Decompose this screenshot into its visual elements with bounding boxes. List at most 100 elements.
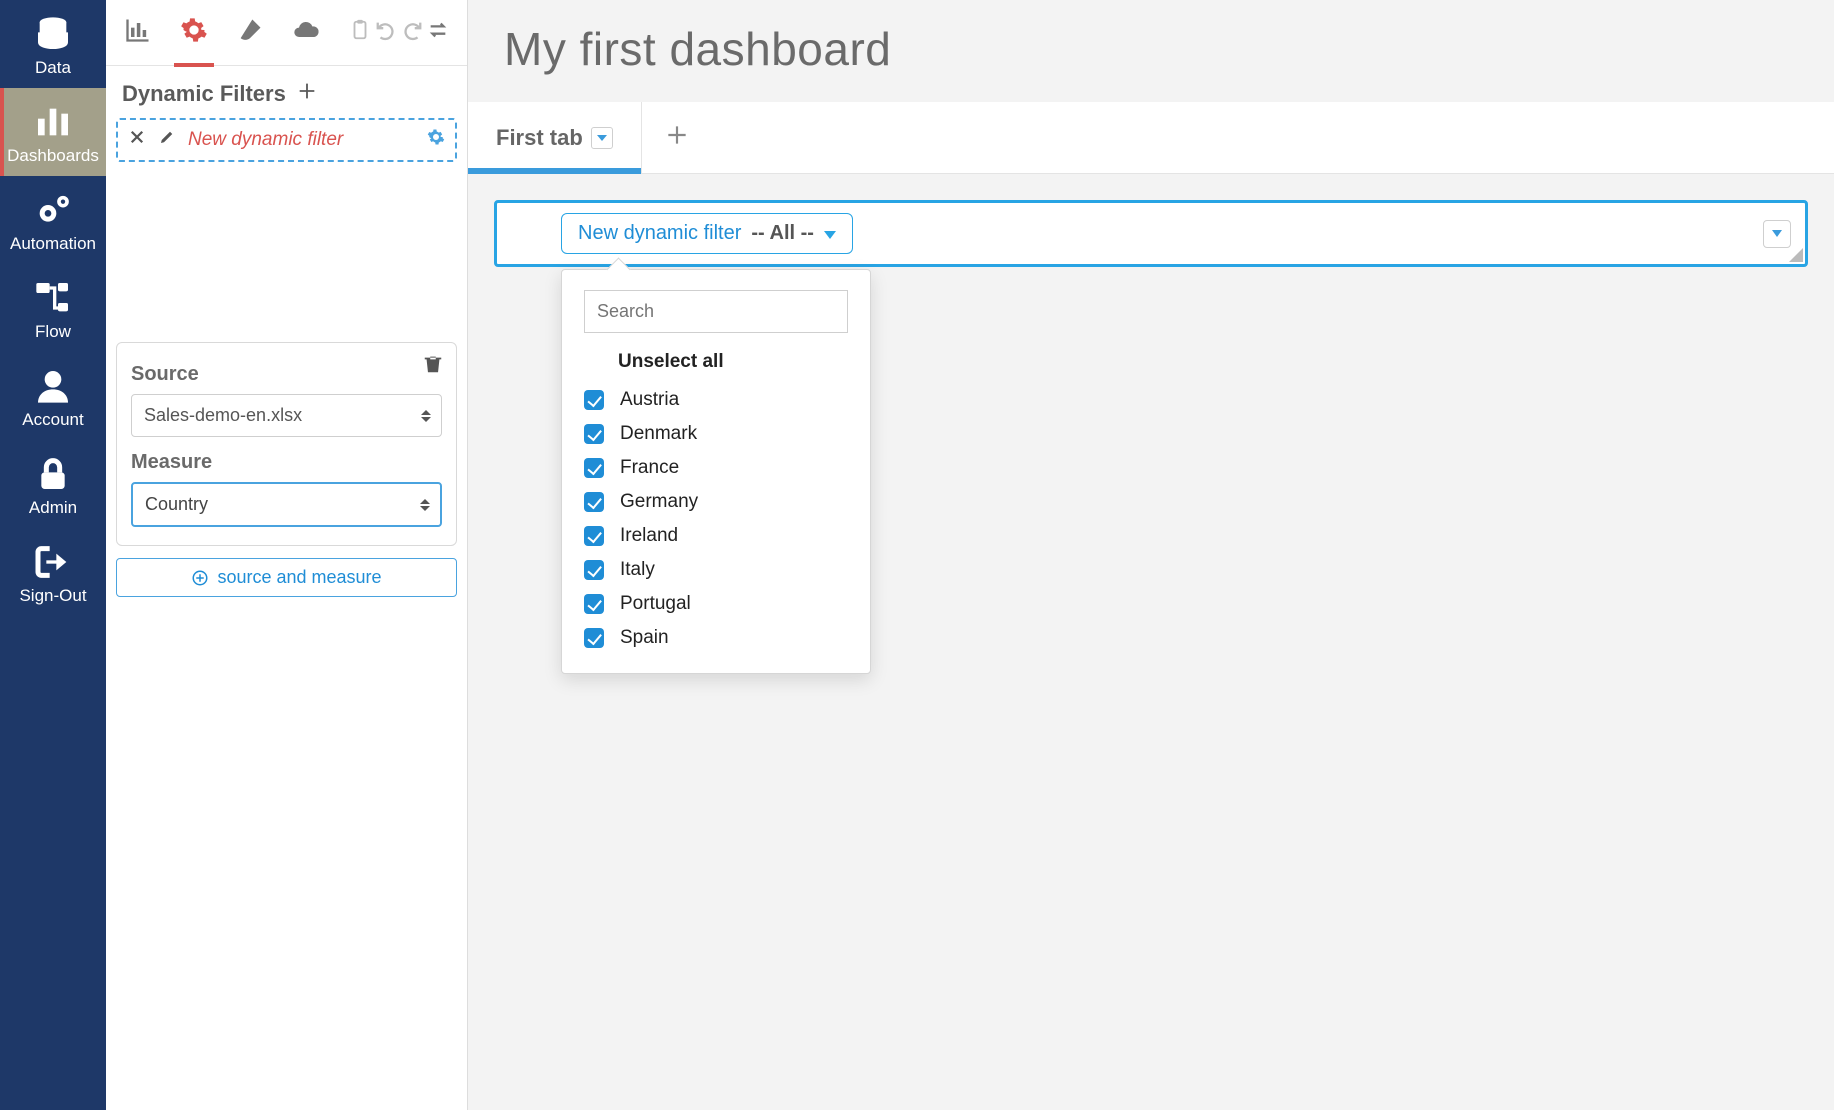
undo-icon[interactable] — [375, 19, 397, 46]
filter-search-input[interactable] — [584, 290, 848, 333]
trash-icon — [422, 353, 444, 375]
unselect-all-button[interactable]: Unselect all — [618, 351, 848, 373]
filter-option-label: Ireland — [620, 525, 678, 547]
clipboard-icon[interactable] — [349, 19, 371, 46]
filter-option-label: Denmark — [620, 423, 697, 445]
checkbox-checked-icon[interactable] — [584, 628, 604, 648]
filter-option[interactable]: Portugal — [584, 587, 848, 621]
tab-bar: First tab — [468, 102, 1834, 174]
filters-title-text: Dynamic Filters — [122, 81, 286, 107]
barchart-icon — [124, 16, 152, 44]
cloud-icon — [292, 16, 320, 44]
filter-pill[interactable]: New dynamic filter -- All -- — [561, 213, 853, 254]
filter-option[interactable]: Spain — [584, 621, 848, 655]
nav-label: Dashboards — [7, 146, 99, 166]
brush-icon — [236, 16, 264, 44]
main-canvas: My first dashboard First tab New dynamic… — [468, 0, 1834, 1110]
add-tab-button[interactable] — [642, 122, 712, 153]
filter-option[interactable]: Denmark — [584, 417, 848, 451]
checkbox-checked-icon[interactable] — [584, 458, 604, 478]
measure-select[interactable]: Country — [131, 482, 442, 527]
dashboard-title[interactable]: My first dashboard — [468, 0, 1834, 76]
nav-label: Flow — [35, 322, 71, 342]
filter-bar-menu-button[interactable] — [1763, 220, 1791, 248]
close-icon — [128, 128, 146, 146]
filter-option-label: Portugal — [620, 593, 691, 615]
measure-select-value: Country — [145, 494, 208, 514]
source-select-value: Sales-demo-en.xlsx — [144, 405, 302, 425]
nav-item-automation[interactable]: Automation — [0, 176, 106, 264]
resize-handle-icon[interactable] — [1789, 248, 1803, 262]
filter-option-label: Germany — [620, 491, 698, 513]
checkbox-checked-icon[interactable] — [584, 424, 604, 444]
barchart-icon — [33, 102, 73, 142]
add-source-measure-button[interactable]: source and measure — [116, 558, 457, 597]
plus-icon — [664, 122, 690, 148]
source-label: Source — [131, 363, 442, 386]
nav-item-signout[interactable]: Sign-Out — [0, 528, 106, 616]
nav-item-data[interactable]: Data — [0, 0, 106, 88]
edit-filter-button[interactable] — [158, 128, 176, 152]
nav-item-admin[interactable]: Admin — [0, 440, 106, 528]
filter-option[interactable]: Italy — [584, 553, 848, 587]
tab-first[interactable]: First tab — [468, 102, 642, 173]
toolbar-style-button[interactable] — [236, 16, 264, 49]
canvas-area: New dynamic filter -- All -- Unselect al… — [468, 174, 1834, 293]
delete-card-button[interactable] — [422, 353, 444, 380]
nav-label: Account — [22, 410, 83, 430]
filter-bar-widget[interactable]: New dynamic filter -- All -- Unselect al… — [494, 200, 1808, 267]
chevron-updown-icon — [420, 499, 430, 511]
panel-body: Dynamic Filters New dynamic filter Sourc… — [106, 66, 467, 611]
filter-chip-label: New dynamic filter — [188, 129, 343, 151]
swap-icon[interactable] — [427, 19, 449, 46]
checkbox-checked-icon[interactable] — [584, 594, 604, 614]
nav-label: Automation — [10, 234, 96, 254]
nav-item-flow[interactable]: Flow — [0, 264, 106, 352]
nav-label: Admin — [29, 498, 77, 518]
dynamic-filter-chip[interactable]: New dynamic filter — [116, 118, 457, 162]
tab-menu-button[interactable] — [591, 127, 613, 149]
add-source-measure-label: source and measure — [217, 567, 381, 588]
chevron-down-icon — [824, 222, 836, 245]
filter-option[interactable]: Germany — [584, 485, 848, 519]
remove-filter-button[interactable] — [128, 128, 146, 152]
nav-item-account[interactable]: Account — [0, 352, 106, 440]
checkbox-checked-icon[interactable] — [584, 526, 604, 546]
checkbox-checked-icon[interactable] — [584, 390, 604, 410]
filter-option[interactable]: Ireland — [584, 519, 848, 553]
filter-options-popover: Unselect all Austria Denmark France Germany… — [561, 269, 871, 674]
source-measure-card: Source Sales-demo-en.xlsx Measure Countr… — [116, 342, 457, 546]
gears-icon — [33, 190, 73, 230]
filter-option[interactable]: France — [584, 451, 848, 485]
toolbar-history — [349, 19, 449, 46]
filter-pill-label: New dynamic filter — [578, 222, 741, 245]
gear-icon — [427, 128, 445, 146]
database-icon — [33, 14, 73, 54]
filter-option-label: France — [620, 457, 679, 479]
chevron-updown-icon — [421, 410, 431, 422]
edit-icon — [158, 128, 176, 146]
add-filter-button[interactable] — [296, 80, 318, 108]
toolbar-chart-button[interactable] — [124, 16, 152, 49]
source-select[interactable]: Sales-demo-en.xlsx — [131, 394, 442, 437]
plus-circle-icon — [191, 569, 209, 587]
toolbar-cloud-button[interactable] — [292, 16, 320, 49]
redo-icon[interactable] — [401, 19, 423, 46]
tab-label: First tab — [496, 125, 583, 151]
flow-icon — [33, 278, 73, 318]
filter-chip-settings-button[interactable] — [427, 128, 445, 152]
plus-icon — [296, 80, 318, 102]
toolbar-settings-button[interactable] — [180, 16, 208, 49]
filter-pill-value: -- All -- — [751, 222, 814, 245]
filter-option-label: Spain — [620, 627, 669, 649]
gear-icon — [180, 16, 208, 44]
nav-label: Data — [35, 58, 71, 78]
filter-option[interactable]: Austria — [584, 383, 848, 417]
nav-item-dashboards[interactable]: Dashboards — [0, 88, 106, 176]
user-icon — [33, 366, 73, 406]
nav-label: Sign-Out — [19, 586, 86, 606]
checkbox-checked-icon[interactable] — [584, 492, 604, 512]
checkbox-checked-icon[interactable] — [584, 560, 604, 580]
config-panel: Dynamic Filters New dynamic filter Sourc… — [106, 0, 468, 1110]
left-nav: Data Dashboards Automation Flow Account … — [0, 0, 106, 1110]
